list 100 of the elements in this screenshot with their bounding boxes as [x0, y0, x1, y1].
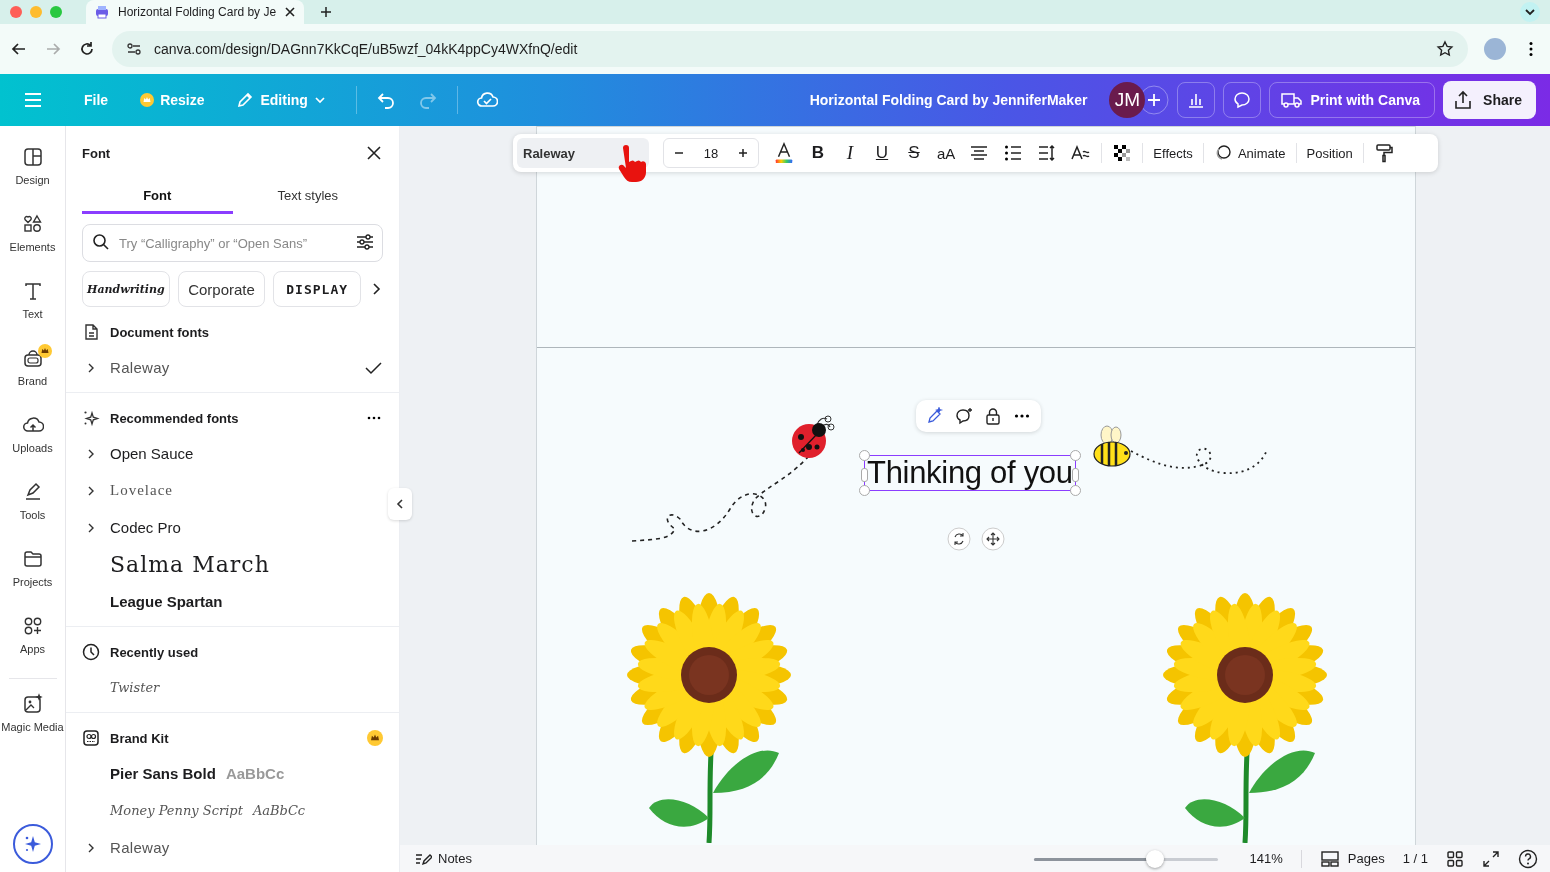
transparency-icon[interactable]: [1112, 143, 1133, 163]
folder-icon: [21, 548, 44, 570]
collapse-panel-button[interactable]: [388, 488, 412, 520]
sidebar-item[interactable]: Uploads: [0, 414, 66, 481]
format-button[interactable]: I: [841, 142, 859, 164]
font-name[interactable]: Lovelace: [110, 482, 173, 499]
upload-icon: [1453, 90, 1474, 110]
format-button[interactable]: S: [905, 143, 923, 163]
fullscreen-icon[interactable]: [1482, 849, 1500, 868]
comment-icon: [1233, 91, 1252, 109]
font-name[interactable]: Pier Sans Bold: [110, 765, 216, 782]
resize-handle[interactable]: [861, 468, 868, 482]
site-settings-icon[interactable]: [126, 41, 142, 57]
insights-button[interactable]: [1177, 82, 1216, 118]
sidebar-item[interactable]: Tools: [0, 481, 66, 548]
page-counter: 1 / 1: [1402, 851, 1428, 866]
font-name[interactable]: League Spartan: [110, 593, 223, 610]
window-close-button[interactable]: [10, 6, 22, 18]
chevron-down-icon: [313, 94, 326, 106]
clock-icon: [82, 643, 100, 661]
printer-icon: [94, 4, 110, 20]
reload-icon[interactable]: [78, 40, 96, 58]
font-name[interactable]: Twister: [110, 680, 160, 695]
shapes-icon: [21, 213, 44, 235]
sidebar-item[interactable]: Design: [0, 146, 66, 213]
plus-icon[interactable]: [736, 146, 750, 160]
document-icon: [82, 323, 100, 341]
slider-thumb[interactable]: [1146, 849, 1164, 868]
zoom-percentage[interactable]: 141%: [1249, 851, 1283, 866]
font-name[interactable]: Money Penny Script: [110, 803, 243, 818]
resize-handle[interactable]: [1071, 468, 1079, 482]
font-category-chip[interactable]: Handwriting: [82, 271, 170, 307]
position-button[interactable]: Position: [1306, 145, 1353, 161]
pencil-icon: [236, 91, 255, 109]
panel-tab[interactable]: Font: [82, 180, 233, 214]
sidebar-item[interactable]: Brand: [0, 347, 66, 414]
effects-button[interactable]: Effects: [1153, 145, 1193, 161]
briefcase-icon: [21, 347, 44, 369]
resize-handle[interactable]: [1069, 485, 1081, 496]
section-heading: Recommended fonts: [110, 410, 239, 426]
filter-icon[interactable]: [355, 232, 375, 252]
comment-button[interactable]: [1223, 82, 1262, 118]
new-tab-icon[interactable]: [320, 6, 333, 18]
font-category-chip[interactable]: DISPLAY: [273, 271, 361, 307]
close-icon[interactable]: [365, 144, 383, 162]
address-bar[interactable]: canva.com/design/DAGnn7KkCqE/uB5wzf_04kK4ppCy4WXfnQ/edit: [112, 31, 1468, 67]
print-button[interactable]: Print with Canva: [1269, 82, 1436, 118]
format-button[interactable]: B: [809, 143, 827, 163]
brand-kit-icon: [82, 729, 100, 747]
line-spacing-icon[interactable]: [1037, 143, 1058, 163]
crown-icon: [140, 93, 155, 107]
magic-assistant-button[interactable]: [12, 824, 53, 864]
bar-chart-icon: [1187, 91, 1206, 109]
font-category-chip[interactable]: Corporate: [177, 271, 266, 307]
layout-icon: [21, 146, 44, 168]
align-center-icon[interactable]: [969, 143, 990, 163]
text-color-icon[interactable]: [773, 142, 795, 164]
panel-tab[interactable]: Text styles: [232, 180, 383, 214]
font-sample: AaBbCc: [225, 765, 285, 782]
browser-tab[interactable]: Horizontal Folding Card by Je: [86, 0, 305, 24]
magic-pen-icon[interactable]: [926, 407, 944, 425]
resize-handle[interactable]: [859, 450, 870, 461]
grid-view-icon[interactable]: [1446, 849, 1464, 868]
format-button[interactable]: aA: [937, 144, 956, 162]
sidebar-item[interactable]: Projects: [0, 548, 66, 615]
sidebar-item[interactable]: Magic Media: [0, 693, 66, 760]
sparkle-icon: [82, 409, 100, 427]
panel-title: Font: [82, 145, 111, 161]
help-icon[interactable]: [1518, 848, 1538, 869]
font-search-field[interactable]: Try “Calligraphy” or “Open Sans”: [82, 224, 383, 262]
zoom-slider[interactable]: [1033, 848, 1218, 869]
star-icon[interactable]: [1436, 40, 1454, 58]
font-name[interactable]: Raleway: [110, 839, 170, 856]
share-button[interactable]: Share: [1443, 81, 1536, 119]
sidebar-item[interactable]: Text: [0, 280, 66, 347]
close-icon[interactable]: [284, 6, 297, 18]
font-name[interactable]: Codec Pro: [110, 519, 181, 536]
design-title[interactable]: Horizontal Folding Card by JenniferMaker: [809, 92, 1088, 108]
font-name[interactable]: Open Sauce: [110, 445, 194, 462]
user-avatar[interactable]: JM: [1109, 82, 1146, 118]
rotate-icon[interactable]: [947, 527, 971, 551]
font-size-field[interactable]: 18: [703, 145, 719, 161]
bullet-list-icon[interactable]: [1003, 143, 1024, 163]
animate-button[interactable]: Animate: [1213, 144, 1286, 162]
pages-button[interactable]: Pages: [1319, 848, 1385, 869]
font-name[interactable]: Raleway: [110, 359, 170, 376]
format-button[interactable]: U: [873, 143, 891, 163]
font-name[interactable]: Salma March: [110, 552, 270, 577]
sidebar-item[interactable]: Elements: [0, 213, 66, 280]
lock-icon[interactable]: [984, 407, 1002, 425]
move-icon[interactable]: [981, 527, 1005, 551]
paint-roller-icon[interactable]: [1373, 143, 1394, 163]
comment-add-icon[interactable]: [955, 407, 973, 425]
font-dropdown[interactable]: Raleway: [517, 138, 649, 168]
chevron-down-icon[interactable]: [1520, 2, 1540, 22]
card-text[interactable]: Thinking of you: [867, 456, 1073, 490]
section-heading: Recently used: [110, 644, 199, 660]
sidebar-item[interactable]: Apps: [0, 615, 66, 682]
notes-button[interactable]: Notes: [414, 849, 472, 868]
resize-handle[interactable]: [1069, 450, 1081, 461]
